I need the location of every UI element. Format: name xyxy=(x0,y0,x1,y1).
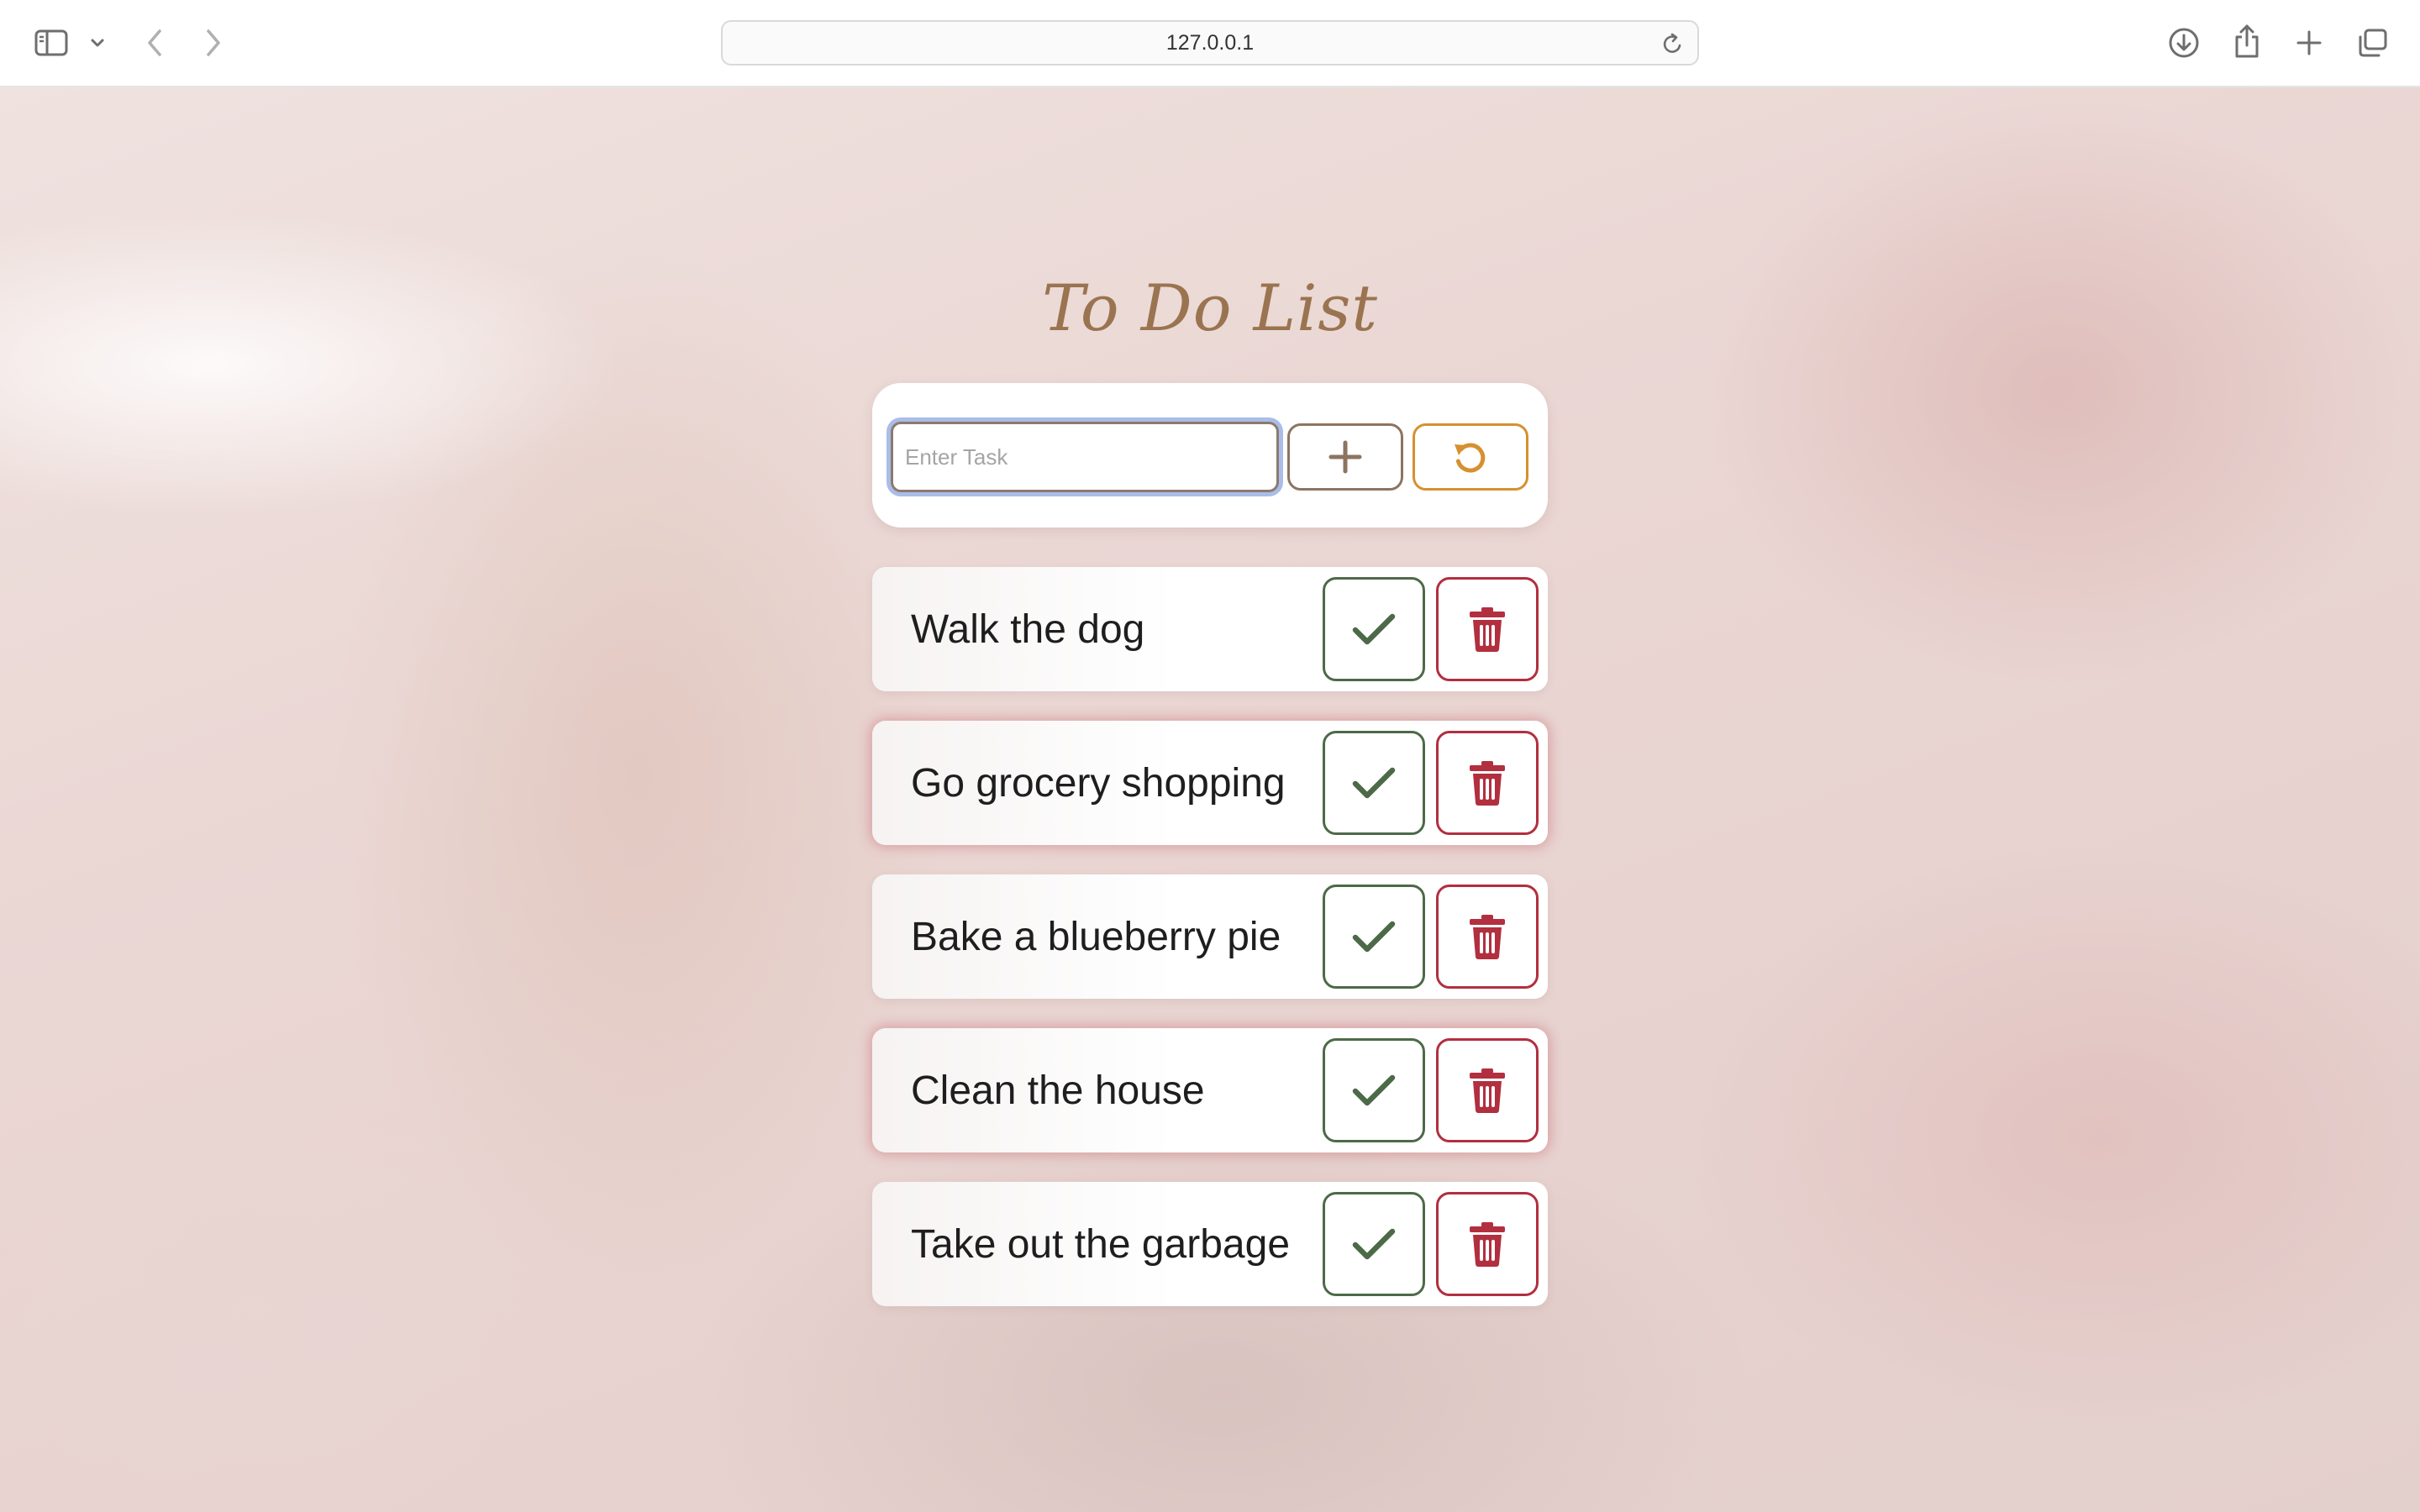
browser-toolbar: 127.0.0.1 xyxy=(0,0,2420,87)
task-item: Walk the dog xyxy=(872,567,1548,691)
check-icon xyxy=(1352,767,1396,799)
url-text: 127.0.0.1 xyxy=(1165,30,1255,55)
check-icon xyxy=(1352,1074,1396,1106)
add-task-button[interactable] xyxy=(1287,423,1403,491)
task-input[interactable] xyxy=(891,422,1279,492)
complete-task-button[interactable] xyxy=(1323,577,1425,681)
refresh-icon xyxy=(1455,443,1486,473)
task-item: Bake a blueberry pie xyxy=(872,874,1548,999)
address-bar[interactable]: 127.0.0.1 xyxy=(721,20,1699,66)
page-title: To Do List xyxy=(1042,270,1378,345)
complete-task-button[interactable] xyxy=(1323,1038,1425,1142)
reload-icon[interactable] xyxy=(1660,30,1686,57)
task-item: Go grocery shopping xyxy=(872,721,1548,845)
trash-icon xyxy=(1470,915,1505,959)
check-icon xyxy=(1352,921,1396,953)
new-tab-icon[interactable] xyxy=(2292,25,2326,60)
back-icon[interactable] xyxy=(141,25,168,60)
plus-icon xyxy=(1328,440,1362,474)
complete-task-button[interactable] xyxy=(1323,1192,1425,1296)
task-label: Clean the house xyxy=(911,1068,1205,1113)
complete-task-button[interactable] xyxy=(1323,731,1425,835)
check-icon xyxy=(1352,613,1396,645)
task-item: Clean the house xyxy=(872,1028,1548,1152)
trash-icon xyxy=(1470,607,1505,652)
task-label: Bake a blueberry pie xyxy=(911,914,1281,959)
delete-task-button[interactable] xyxy=(1436,885,1539,989)
share-icon[interactable] xyxy=(2230,22,2264,60)
delete-task-button[interactable] xyxy=(1436,1192,1539,1296)
sidebar-toggle-icon[interactable] xyxy=(32,25,71,60)
task-input-card xyxy=(872,383,1548,528)
trash-icon xyxy=(1470,1068,1505,1113)
chevron-down-icon[interactable] xyxy=(87,32,108,54)
task-label: Go grocery shopping xyxy=(911,760,1286,806)
check-icon xyxy=(1352,1228,1396,1260)
tab-overview-icon[interactable] xyxy=(2354,25,2390,60)
delete-task-button[interactable] xyxy=(1436,577,1539,681)
trash-icon xyxy=(1470,761,1505,806)
forward-icon[interactable] xyxy=(200,25,227,60)
delete-task-button[interactable] xyxy=(1436,1038,1539,1142)
complete-task-button[interactable] xyxy=(1323,885,1425,989)
page-background: To Do List Walk the dog Go grocery shoppi… xyxy=(0,87,2420,1512)
download-icon[interactable] xyxy=(2166,25,2202,60)
reset-list-button[interactable] xyxy=(1413,423,1528,491)
task-label: Take out the garbage xyxy=(911,1221,1291,1267)
task-item: Take out the garbage xyxy=(872,1182,1548,1306)
trash-icon xyxy=(1470,1222,1505,1267)
delete-task-button[interactable] xyxy=(1436,731,1539,835)
task-label: Walk the dog xyxy=(911,606,1145,652)
